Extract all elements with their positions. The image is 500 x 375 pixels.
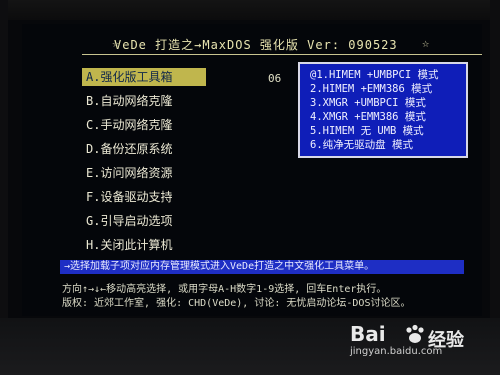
paw-icon [406,324,424,343]
help-line-navigation: 方向↑→↓←移动高亮选择, 或用字母A-H数字1-9选择, 回车Enter执行。 [62,284,387,295]
title-rule [82,54,482,55]
hint-bar: →选择加载子项对应内存管理模式进入VeDe打造之中文强化工具菜单。 [60,260,464,274]
menu-item-backup-restore[interactable]: D.备份还原系统 [82,140,292,158]
menu-item-toolbox[interactable]: A.强化版工具箱 [82,68,206,86]
menu-item-boot-options[interactable]: G.引导启动选项 [82,212,292,230]
mode-item-5[interactable]: 5.HIMEM 无 UMB 模式 [300,124,466,138]
menu-item-manual-clone[interactable]: C.手动网络克隆 [82,116,292,134]
mode-item-2[interactable]: 2.HIMEM +EMM386 模式 [300,82,466,96]
screen-title: VeDe 打造之→MaxDOS 强化版 Ver: 090523 [114,38,398,52]
watermark-brand: Bai [350,322,386,346]
mode-item-4[interactable]: 4.XMGR +EMM386 模式 [300,110,466,124]
menu-item-shutdown[interactable]: H.关闭此计算机 [82,236,292,254]
mode-item-6[interactable]: 6.纯净无驱动盘 模式 [300,138,466,152]
menu-item-auto-clone[interactable]: B.自动网络克隆 [82,92,292,110]
main-menu: A.强化版工具箱 B.自动网络克隆 C.手动网络克隆 D.备份还原系统 E.访问… [82,68,292,260]
countdown-timer: 06 [268,72,282,85]
baidu-watermark: Bai 经验 jingyan.baidu.com [350,322,500,358]
monitor-bezel-top [0,0,500,20]
menu-item-driver-support[interactable]: F.设备驱动支持 [82,188,292,206]
help-line-copyright: 版权: 近郊工作室, 强化: CHD(VeDe), 讨论: 无忧启动论坛-DOS… [62,298,411,309]
menu-item-network-resources[interactable]: E.访问网络资源 [82,164,292,182]
watermark-url: jingyan.baidu.com [350,346,443,357]
mode-item-3[interactable]: 3.XMGR +UMBPCI 模式 [300,96,466,110]
mode-item-1[interactable]: @1.HIMEM +UMBPCI 模式 [300,68,466,82]
dos-screen: ☆ ☆ VeDe 打造之→MaxDOS 强化版 Ver: 090523 A.强化… [22,24,482,316]
memory-mode-box: @1.HIMEM +UMBPCI 模式 2.HIMEM +EMM386 模式 3… [298,62,468,158]
